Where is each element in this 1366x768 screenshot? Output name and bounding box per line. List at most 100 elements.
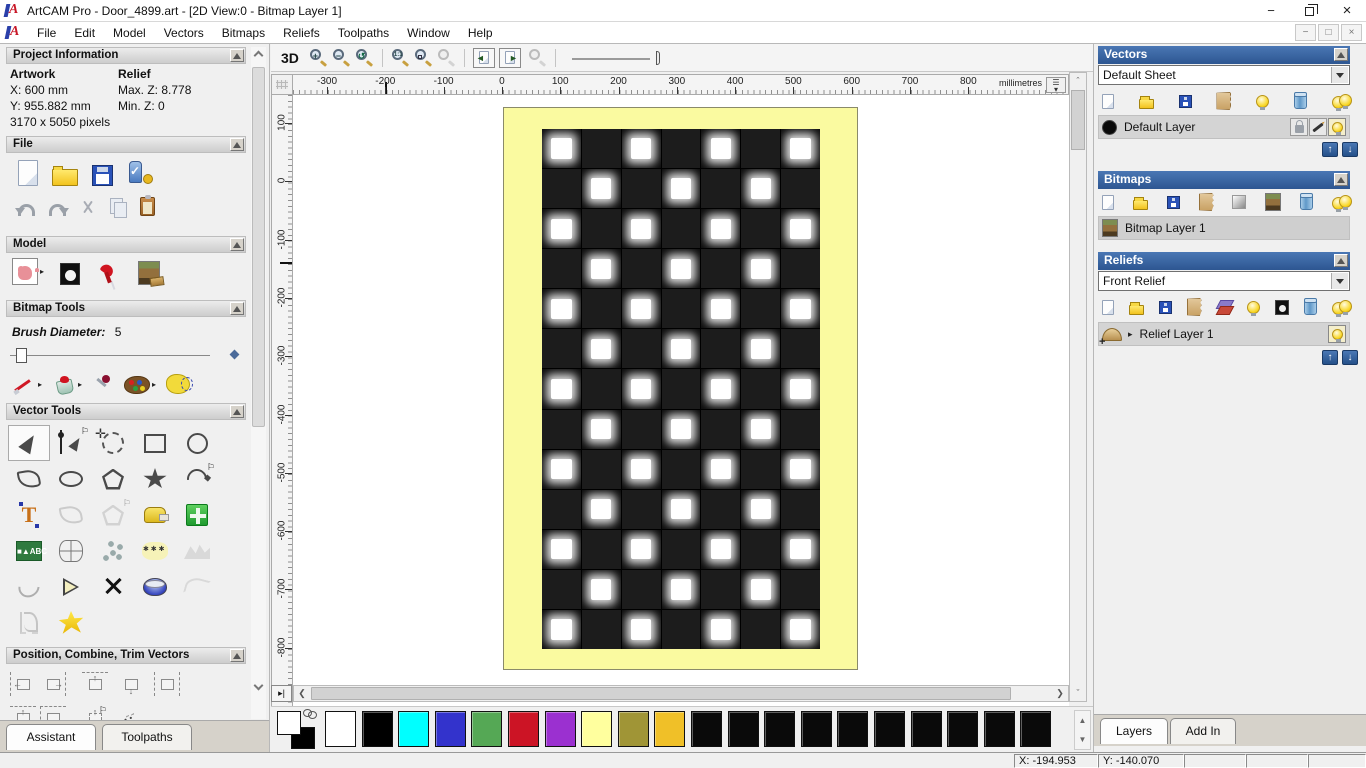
palette-swatch[interactable] (910, 711, 942, 747)
bisector-icon[interactable] (50, 569, 92, 605)
layer-visible-icon[interactable] (1328, 118, 1346, 136)
cut-icon[interactable] (80, 200, 96, 216)
scroll-up-icon[interactable]: ▲ (1075, 711, 1090, 730)
transform-icon[interactable] (92, 425, 134, 461)
collapse-button[interactable] (230, 649, 244, 662)
delete-layer-icon[interactable] (1294, 91, 1308, 109)
menu-toolpaths[interactable]: Toolpaths (329, 24, 398, 42)
palette-swatch[interactable] (434, 711, 466, 747)
tab-assistant[interactable]: Assistant (6, 724, 96, 750)
palette-swatch[interactable] (471, 711, 503, 747)
save-layer-icon[interactable] (1158, 300, 1172, 314)
palette-swatch[interactable] (654, 711, 686, 747)
zoom-selection-icon[interactable] (437, 49, 456, 67)
merge-layers-icon[interactable] (1216, 92, 1232, 110)
save-layer-icon[interactable] (1166, 195, 1180, 209)
scroll-down-icon[interactable]: ˇ (1070, 685, 1086, 701)
lightbox-icon[interactable] (138, 261, 161, 285)
section-icon[interactable] (8, 605, 50, 641)
palette-swatch[interactable] (947, 711, 979, 747)
mdi-restore-button[interactable]: □ (1318, 24, 1339, 41)
restore-button[interactable] (1290, 0, 1328, 22)
fade-vectors-icon[interactable] (176, 533, 218, 569)
collapse-button[interactable] (1334, 254, 1348, 267)
measure-icon[interactable] (134, 497, 176, 533)
assistant-scrollbar[interactable] (251, 47, 266, 719)
link-colours-icon[interactable] (303, 709, 317, 719)
layer-colour-swatch[interactable] (1102, 119, 1117, 135)
palette-swatch[interactable] (581, 711, 613, 747)
delete-layer-icon[interactable] (1304, 297, 1318, 315)
move-layer-down-button[interactable]: ↓ (1342, 142, 1358, 157)
relief-layer-row[interactable]: ▸ Relief Layer 1 (1098, 322, 1350, 348)
invert-model-icon[interactable] (60, 263, 81, 285)
rectangle-icon[interactable] (134, 425, 176, 461)
align-right-icon[interactable]: → (38, 670, 68, 698)
mdi-minimize-button[interactable]: − (1295, 24, 1316, 41)
save-layer-icon[interactable] (1178, 94, 1192, 108)
move-layer-up-button[interactable]: ↑ (1322, 142, 1338, 157)
palette-swatch[interactable] (800, 711, 832, 747)
tab-add-in[interactable]: Add In (1170, 718, 1236, 744)
zoom-disabled-icon[interactable] (528, 49, 547, 67)
scrollbar-thumb[interactable] (311, 687, 1011, 700)
palette-swatch[interactable] (837, 711, 869, 747)
collapse-button[interactable] (230, 138, 244, 151)
toggle-visibility-icon[interactable] (1256, 94, 1270, 110)
horizontal-scrollbar[interactable]: ❮ ❯ (293, 685, 1069, 702)
open-model-icon[interactable] (52, 166, 78, 186)
copy-icon[interactable] (110, 198, 127, 218)
tab-toolpaths[interactable]: Toolpaths (102, 724, 192, 750)
dropdown-arrow-icon[interactable] (1331, 67, 1348, 83)
toggle-visibility-icon[interactable] (1247, 300, 1261, 316)
scroll-mode-button[interactable]: ▸| (271, 685, 292, 702)
menu-window[interactable]: Window (398, 24, 459, 42)
magic-select-icon[interactable] (166, 374, 194, 394)
minimize-button[interactable]: − (1252, 0, 1290, 22)
palette-swatch[interactable] (727, 711, 759, 747)
select-vectors-icon[interactable] (8, 425, 50, 461)
layer-visible-icon[interactable] (1328, 325, 1346, 343)
light-model-icon[interactable] (98, 263, 120, 285)
menu-file[interactable]: File (28, 24, 65, 42)
nest-icon[interactable] (134, 533, 176, 569)
open-layer-icon[interactable] (1132, 196, 1148, 210)
align-left-icon[interactable]: ← (8, 670, 38, 698)
palette-swatch[interactable] (1020, 711, 1052, 747)
merge-layers-icon[interactable] (1186, 298, 1202, 316)
align-top-icon[interactable]: ↑ (80, 670, 110, 698)
palette-swatch[interactable] (544, 711, 576, 747)
circle-icon[interactable] (176, 425, 218, 461)
offset-icon[interactable]: ⚐ (92, 497, 134, 533)
polyline-icon[interactable] (8, 461, 50, 497)
extrude-icon[interactable] (134, 569, 176, 605)
toggle-right-page-icon[interactable]: ► (498, 47, 521, 68)
mdi-close-button[interactable]: × (1341, 24, 1362, 41)
menu-bitmaps[interactable]: Bitmaps (213, 24, 274, 42)
palette-swatch[interactable] (764, 711, 796, 747)
scroll-down-icon[interactable]: ▼ (1075, 730, 1090, 749)
merge-layers-icon[interactable] (1198, 193, 1214, 211)
scrollbar-thumb[interactable] (1071, 90, 1085, 150)
save-as-icon[interactable]: ✓ (127, 160, 153, 186)
zoom-in-icon[interactable]: + (309, 49, 328, 67)
adjust-model-icon[interactable] (12, 258, 38, 285)
primary-secondary-colour[interactable] (277, 709, 321, 751)
collapse-button[interactable] (1334, 173, 1348, 186)
align-center-x-icon[interactable] (152, 670, 182, 698)
collapse-button[interactable] (230, 49, 244, 62)
palette-scrollbar[interactable]: ▲ ▼ (1074, 710, 1091, 750)
vector-layer-row[interactable]: Default Layer (1098, 115, 1350, 139)
expander-icon[interactable]: ▸ (1128, 329, 1133, 340)
close-button[interactable]: × (1328, 0, 1366, 22)
scroll-down-icon[interactable] (251, 677, 266, 693)
move-layer-down-button[interactable]: ↓ (1342, 350, 1358, 365)
move-layer-up-button[interactable]: ↑ (1322, 350, 1338, 365)
palette-swatch[interactable] (507, 711, 539, 747)
menu-edit[interactable]: Edit (65, 24, 104, 42)
zoom-1to1-icon[interactable]: 1:1 (391, 49, 410, 67)
flyout-arrow-icon[interactable]: ▸ (152, 380, 156, 389)
palette-swatch[interactable] (690, 711, 722, 747)
zoom-out-icon[interactable]: − (332, 49, 351, 67)
flyout-arrow-icon[interactable]: ▸ (40, 267, 44, 276)
